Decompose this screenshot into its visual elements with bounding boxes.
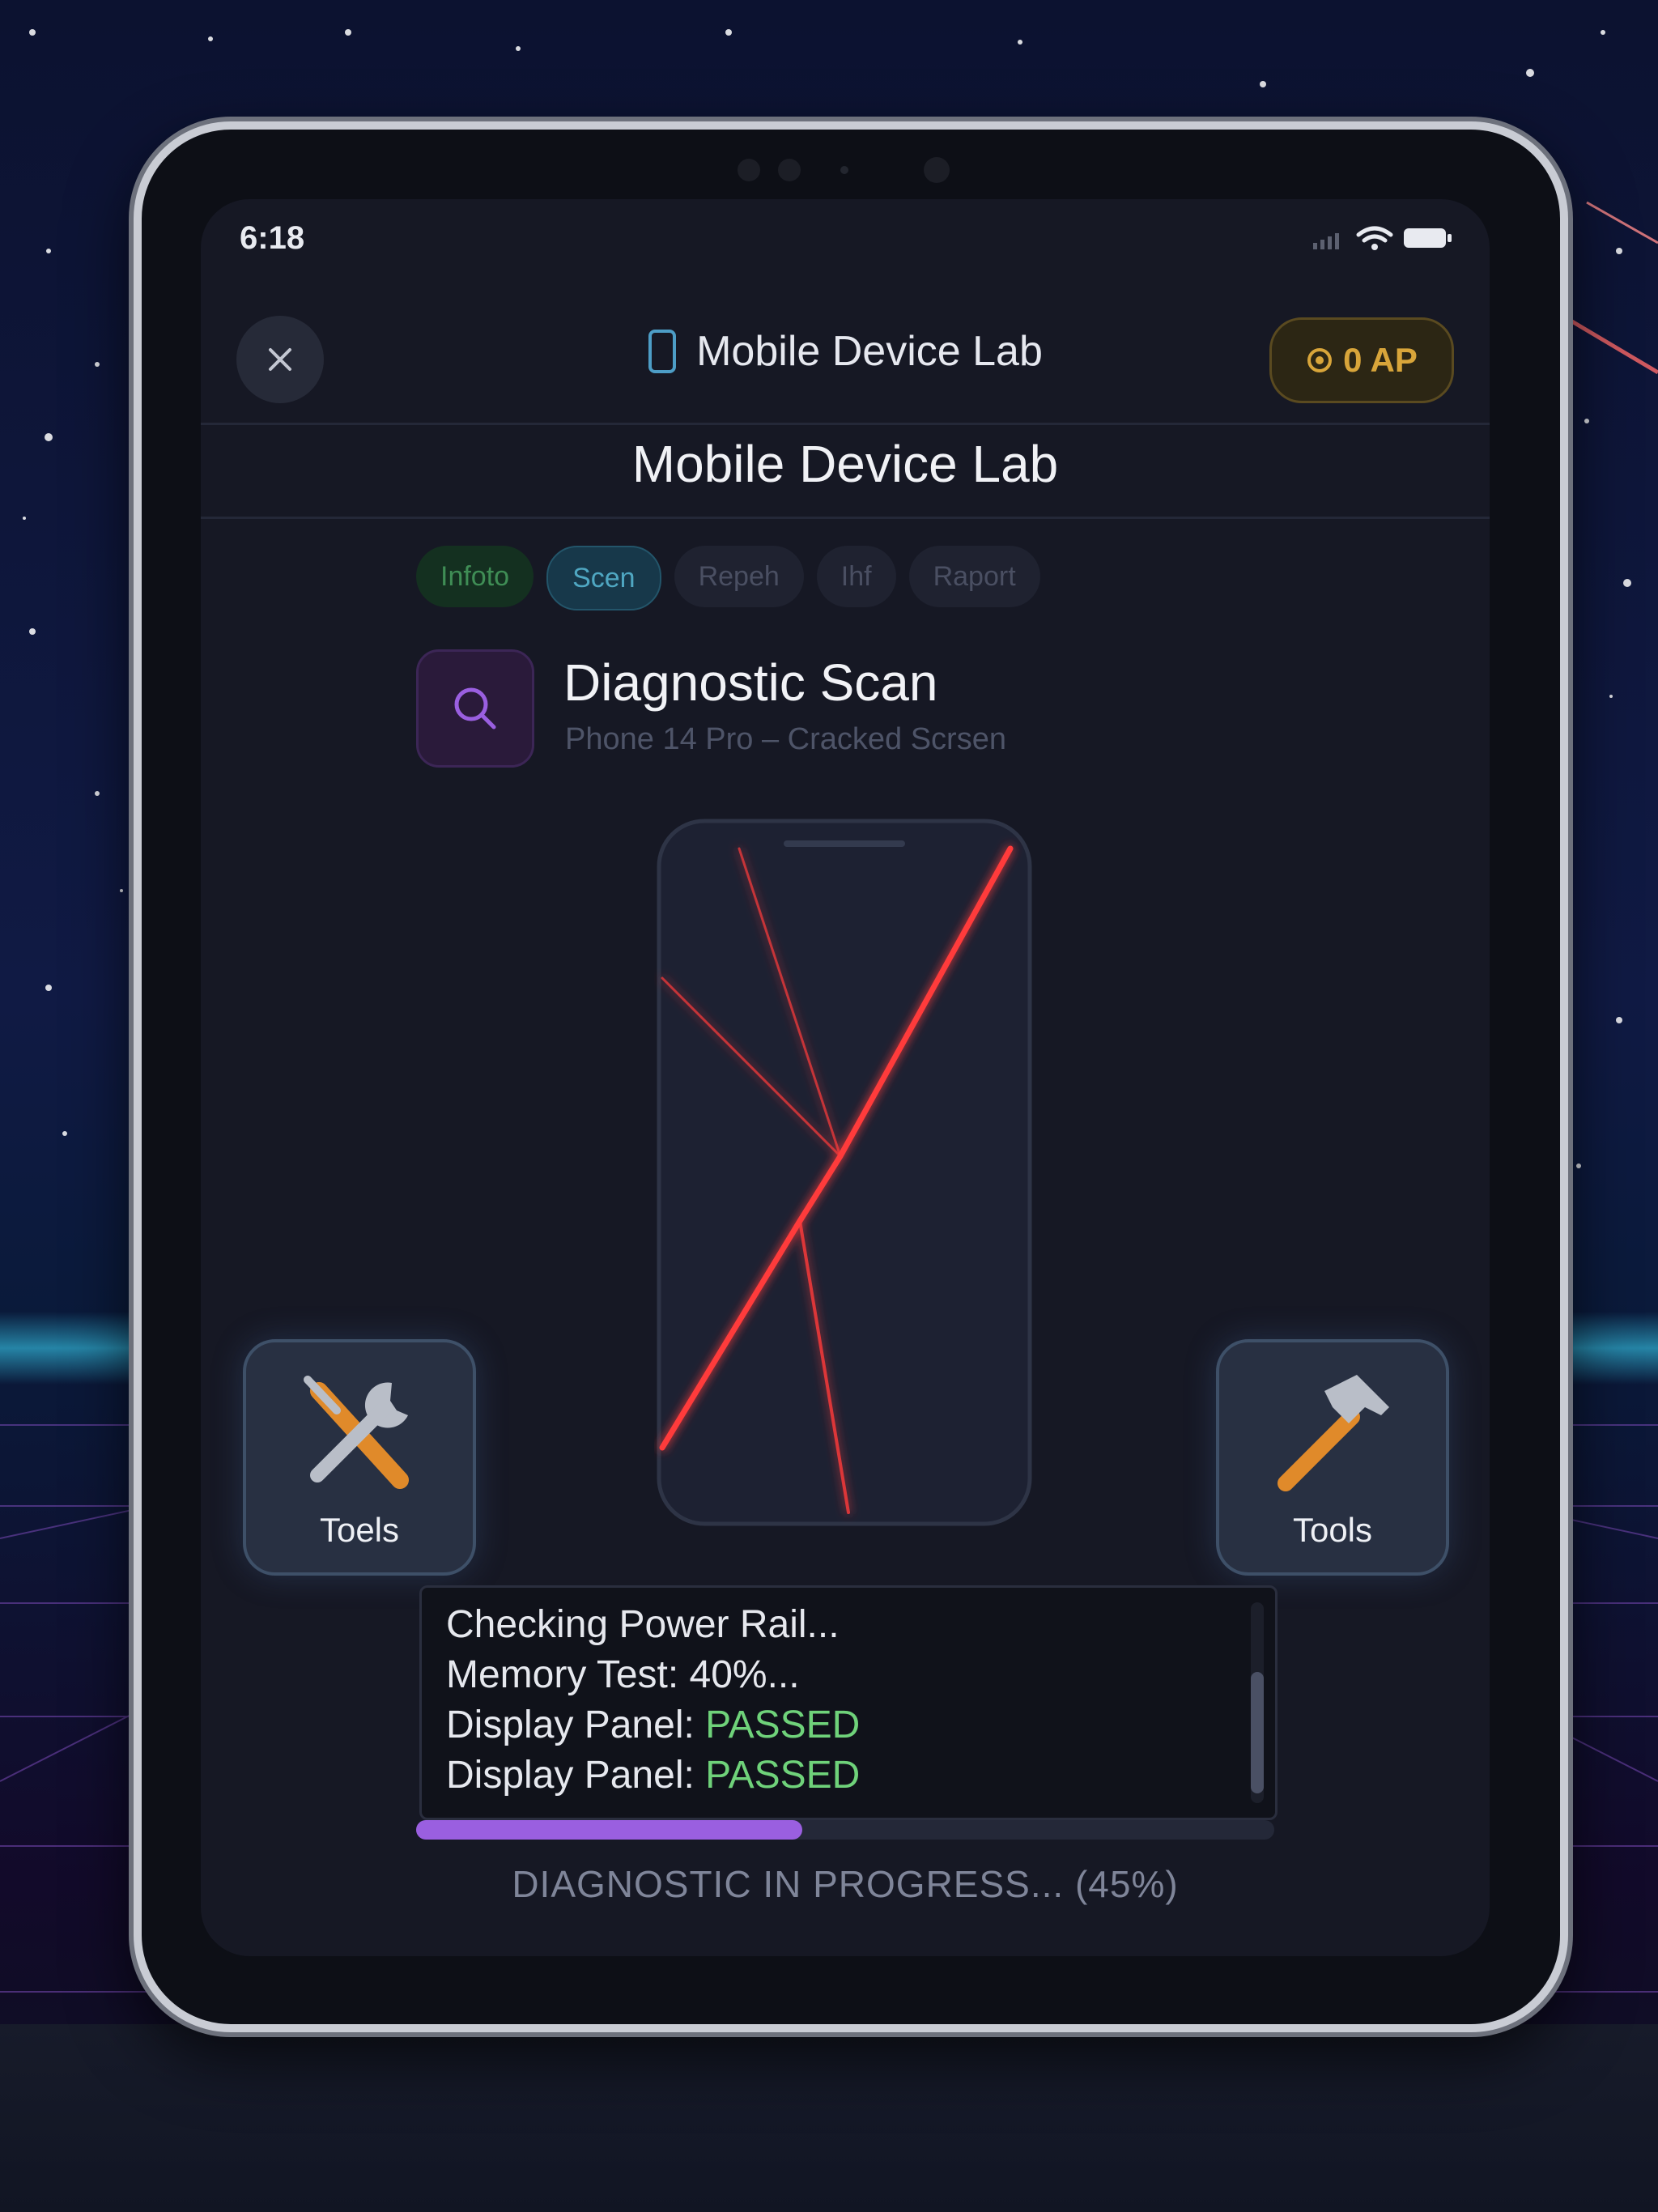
scan-subtitle: Phone 14 Pro – Cracked Scrsen [565, 722, 1006, 756]
wifi-icon [1356, 226, 1393, 243]
tab-bar: Infoto Scen Repeh Ihf Raport [416, 546, 1040, 610]
cracked-phone-illustration [657, 819, 1032, 1526]
log-line-prefix: Display Panel: [446, 1754, 706, 1797]
camera-array-icon [738, 157, 950, 183]
ap-badge-label: 0 AP [1343, 341, 1418, 379]
battery-icon [1404, 228, 1452, 248]
cellular-signal-icon [1313, 233, 1339, 249]
ap-badge[interactable]: 0 AP [1269, 317, 1454, 403]
tools-card-right[interactable]: Tools [1216, 1339, 1449, 1576]
tab-info[interactable]: Infoto [416, 546, 534, 607]
ground-band [0, 2024, 1658, 2212]
log-line-prefix: Display Panel: [446, 1704, 706, 1746]
status-time: 6:18 [240, 220, 305, 256]
log-scrollbar-thumb[interactable] [1251, 1672, 1264, 1793]
log-status-passed: PASSED [705, 1704, 861, 1746]
status-icons [1313, 226, 1452, 250]
scan-title: Diagnostic Scan [563, 653, 938, 712]
diagnostic-log[interactable]: Checking Power Rail... Memory Test: 40%.… [419, 1585, 1278, 1820]
log-scrollbar[interactable] [1251, 1602, 1264, 1803]
tab-repair[interactable]: Repeh [674, 546, 804, 607]
log-line: Checking Power Rail... [446, 1603, 840, 1646]
progress-bar [416, 1820, 1274, 1840]
app-screen: 6:18 Mobile Device Lab 0 AP Mobile Devic… [201, 199, 1490, 1956]
log-line: Memory Test: 40%... [446, 1653, 800, 1696]
tab-report[interactable]: Raport [908, 546, 1040, 607]
wrench-screwdriver-icon [304, 1376, 409, 1489]
tools-card-left[interactable]: Toels [243, 1339, 476, 1576]
page-title: Mobile Device Lab [631, 435, 1059, 493]
search-icon [454, 687, 496, 730]
phone-icon [648, 330, 677, 373]
tools-label-right: Tools [1292, 1511, 1373, 1549]
coin-icon [1307, 348, 1333, 372]
scan-icon-box [416, 649, 534, 768]
header-title: Mobile Device Lab [696, 328, 1043, 375]
progress-status-text: DIAGNOSTIC IN PROGRESS... (45%) [512, 1863, 1179, 1905]
tab-ihf[interactable]: Ihf [816, 546, 896, 607]
log-line: Display Panel: PASSED [446, 1753, 860, 1797]
hammer-icon [1278, 1375, 1389, 1491]
progress-bar-fill [416, 1820, 802, 1840]
tools-label-left: Toels [319, 1511, 400, 1549]
title-divider [201, 517, 1490, 519]
tab-scan[interactable]: Scen [546, 546, 661, 610]
header-divider [201, 423, 1490, 425]
log-status-passed: PASSED [705, 1754, 861, 1797]
log-line: Display Panel: PASSED [446, 1703, 860, 1747]
